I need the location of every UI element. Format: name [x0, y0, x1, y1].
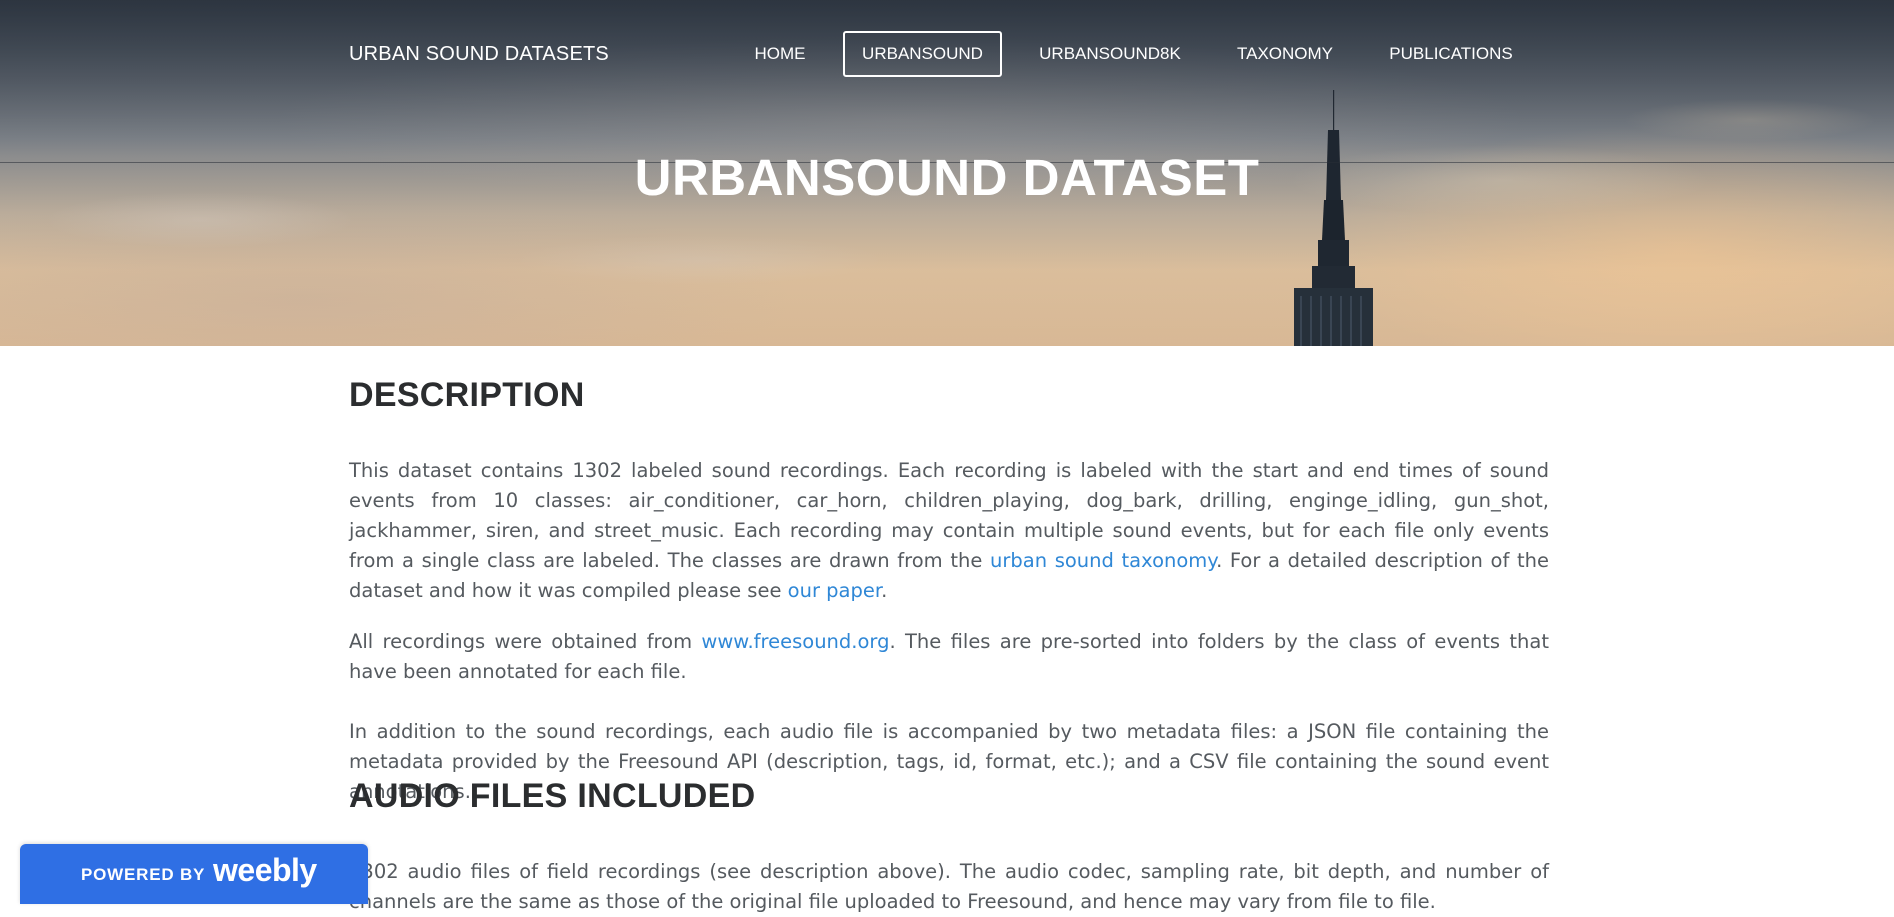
powered-by-label: POWERED BY: [81, 865, 206, 884]
urban-sound-taxonomy-link[interactable]: urban sound taxonomy: [990, 549, 1216, 572]
description-paragraph-1: This dataset contains 1302 labeled sound…: [349, 456, 1549, 606]
freesound-link[interactable]: www.freesound.org: [701, 630, 889, 653]
nav-item-urbansound8k[interactable]: URBANSOUND8K: [1026, 31, 1194, 77]
our-paper-link[interactable]: our paper: [788, 579, 881, 602]
powered-by-weebly-badge[interactable]: POWERED BY weebly: [20, 844, 368, 904]
hero-banner: URBAN SOUND DATASETS HOME URBANSOUND URB…: [0, 0, 1894, 346]
site-title[interactable]: URBAN SOUND DATASETS: [349, 43, 609, 66]
description-paragraph-2: All recordings were obtained from www.fr…: [349, 627, 1549, 687]
nav-item-urbansound[interactable]: URBANSOUND: [843, 31, 1002, 77]
nav-item-publications[interactable]: PUBLICATIONS: [1380, 31, 1522, 77]
audio-files-heading: AUDIO FILES INCLUDED: [349, 777, 756, 815]
audio-files-paragraph: 1302 audio files of field recordings (se…: [349, 860, 1549, 913]
nav-item-taxonomy[interactable]: TAXONOMY: [1225, 31, 1345, 77]
page-title: URBANSOUND DATASET: [634, 149, 1260, 206]
weebly-logo: weebly: [213, 852, 317, 888]
nav-item-home[interactable]: HOME: [740, 31, 820, 77]
description-text: All recordings were obtained from: [349, 630, 702, 653]
description-text: .: [881, 579, 888, 602]
description-heading: DESCRIPTION: [349, 376, 585, 414]
